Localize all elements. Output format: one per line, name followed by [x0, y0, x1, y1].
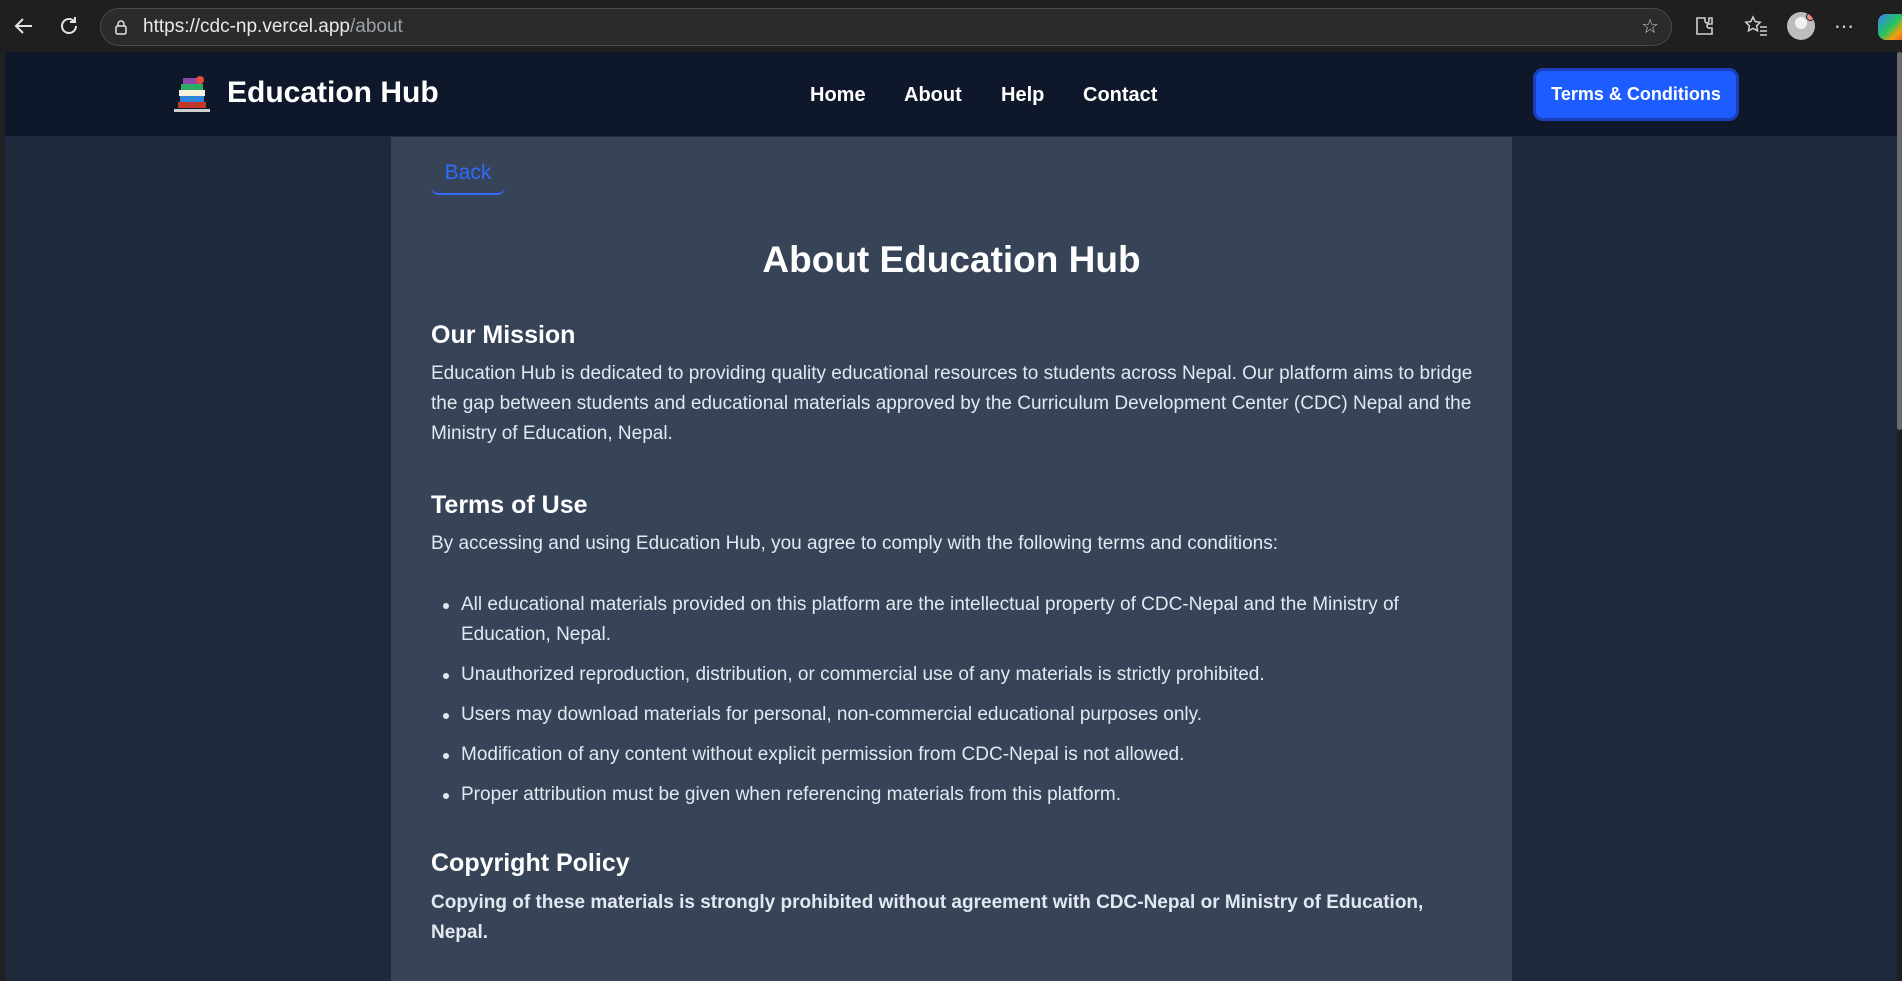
scrollbar-thumb[interactable] — [1897, 52, 1902, 430]
page-viewport: Education Hub Home About Help Contact Te… — [5, 52, 1897, 981]
list-item: Users may download materials for persona… — [431, 700, 1476, 730]
site-navbar: Education Hub Home About Help Contact Te… — [5, 52, 1897, 137]
profile-avatar[interactable] — [1787, 12, 1815, 40]
page-title: About Education Hub — [762, 239, 1141, 280]
list-item: All educational materials provided on th… — [431, 590, 1476, 650]
list-item: Modification of any content without expl… — [431, 740, 1476, 770]
nav-about[interactable]: About — [904, 84, 962, 107]
mission-heading: Our Mission — [431, 321, 576, 349]
back-arrow-icon[interactable] — [7, 9, 41, 43]
books-logo-icon[interactable] — [170, 72, 214, 116]
url-host: https://cdc-np.vercel.app — [143, 16, 350, 37]
terms-conditions-button[interactable]: Terms & Conditions — [1533, 68, 1739, 121]
list-item: Proper attribution must be given when re… — [431, 780, 1476, 810]
mission-text: Education Hub is dedicated to providing … — [431, 363, 1473, 444]
back-button[interactable]: Back — [431, 155, 505, 195]
more-icon[interactable]: ⋯ — [1830, 12, 1858, 40]
reload-icon[interactable] — [52, 9, 86, 43]
notification-dot — [1806, 12, 1815, 21]
copilot-icon[interactable] — [1878, 14, 1902, 40]
brand-title[interactable]: Education Hub — [227, 76, 439, 110]
terms-intro: By accessing and using Education Hub, yo… — [431, 533, 1279, 554]
star-icon[interactable]: ☆ — [1641, 17, 1659, 37]
about-content-panel: Back About Education Hub Our Mission Edu… — [391, 137, 1512, 981]
address-bar[interactable]: https://cdc-np.vercel.app/about ☆ — [100, 8, 1672, 46]
url-path: /about — [350, 16, 403, 37]
nav-contact[interactable]: Contact — [1083, 84, 1157, 107]
browser-toolbar: https://cdc-np.vercel.app/about ☆ ⋯ — [0, 0, 1902, 52]
terms-heading: Terms of Use — [431, 491, 588, 519]
lock-icon[interactable] — [113, 19, 129, 35]
copyright-text: Copying of these materials is strongly p… — [431, 892, 1424, 943]
nav-home[interactable]: Home — [810, 84, 866, 107]
nav-help[interactable]: Help — [1001, 84, 1044, 107]
extensions-icon[interactable] — [1690, 12, 1718, 40]
favorites-icon[interactable] — [1742, 12, 1770, 40]
terms-list: All educational materials provided on th… — [431, 590, 1476, 820]
copyright-heading: Copyright Policy — [431, 849, 630, 877]
list-item: Unauthorized reproduction, distribution,… — [431, 660, 1476, 690]
